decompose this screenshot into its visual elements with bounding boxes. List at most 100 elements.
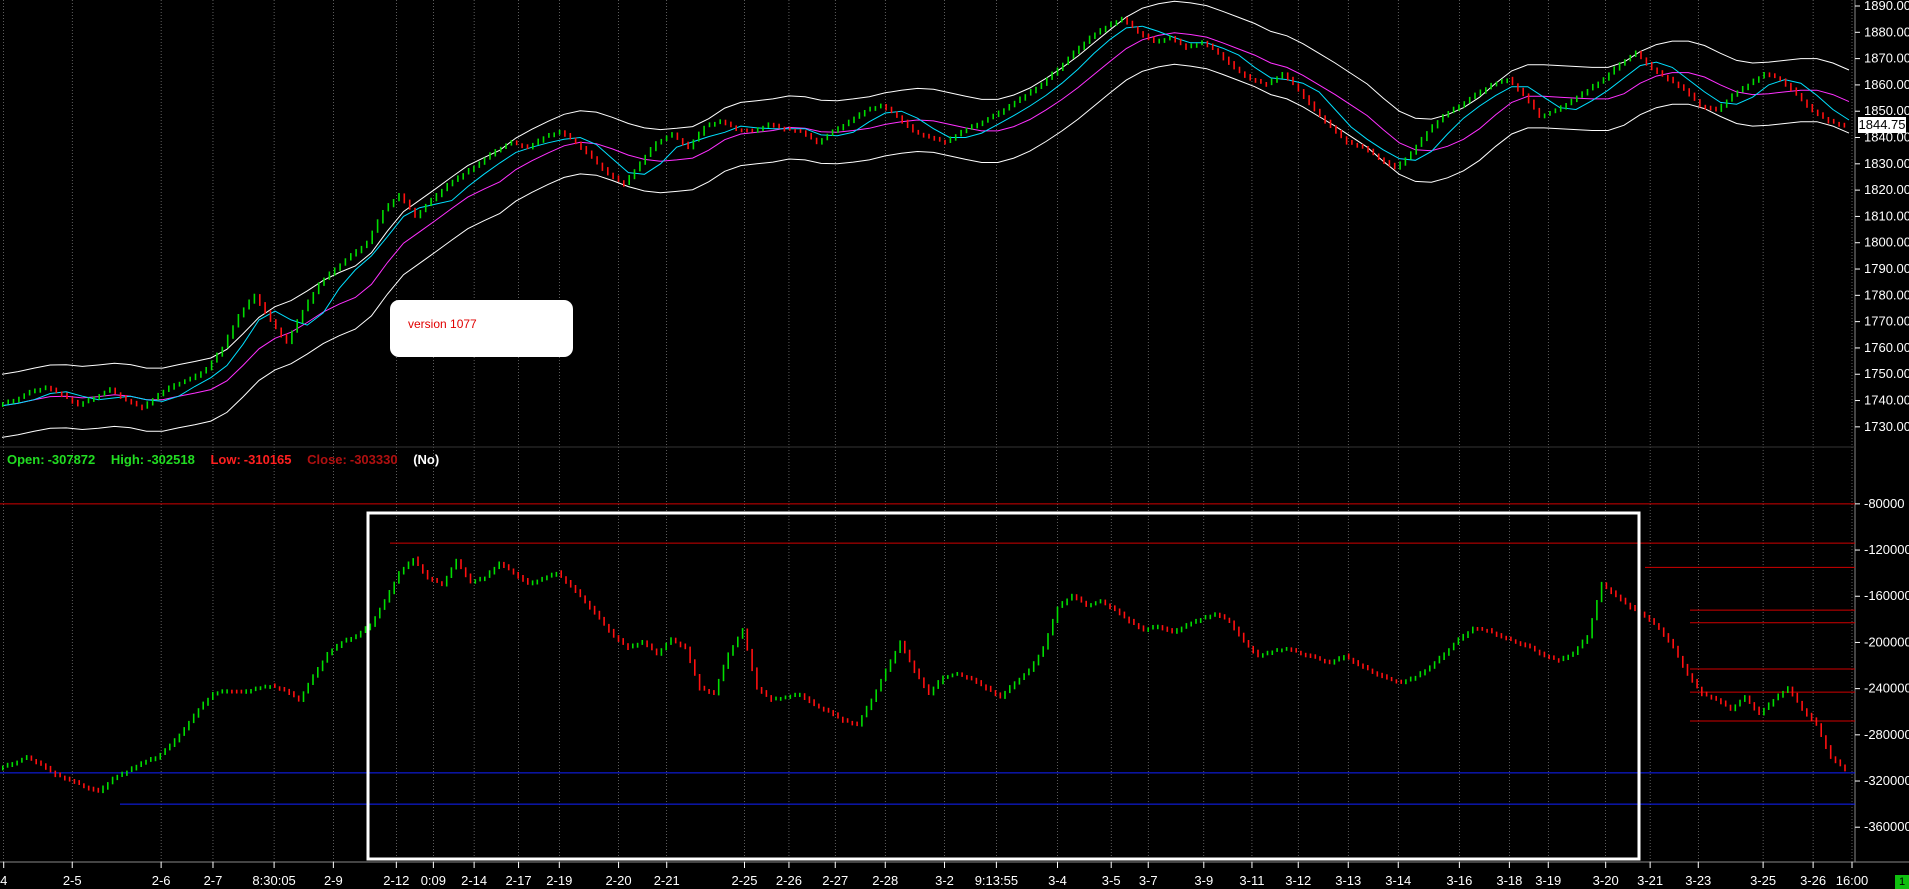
price-bar bbox=[997, 110, 1000, 118]
indicator-bar bbox=[1104, 599, 1107, 606]
price-tick-label: 1740.00 bbox=[1864, 393, 1909, 408]
price-bar bbox=[665, 135, 668, 142]
indicator-bar bbox=[83, 783, 85, 789]
indicator-bar bbox=[350, 637, 352, 642]
price-bar bbox=[1351, 140, 1353, 145]
price-bar bbox=[291, 330, 293, 345]
price-tick-label: 1850.00 bbox=[1864, 103, 1909, 118]
price-bar bbox=[1597, 81, 1599, 89]
indicator-bar bbox=[689, 646, 691, 664]
indicator-bar bbox=[379, 607, 381, 619]
indicator-bar bbox=[1534, 645, 1536, 652]
time-label: 2-26 bbox=[776, 873, 802, 888]
indicator-bar bbox=[894, 650, 897, 664]
close-readout: Close: -303330 bbox=[307, 452, 403, 467]
price-bar bbox=[1153, 36, 1155, 43]
indicator-bar bbox=[1228, 617, 1231, 623]
indicator-bar bbox=[135, 764, 138, 771]
price-bar bbox=[783, 126, 786, 132]
price-bar bbox=[2, 402, 4, 407]
indicator-bar bbox=[245, 689, 247, 694]
indicator-bar bbox=[1619, 594, 1622, 602]
indicator-bar bbox=[641, 640, 644, 645]
price-bar bbox=[355, 249, 357, 257]
price-bar bbox=[1495, 81, 1498, 87]
price-bar bbox=[28, 389, 31, 396]
indicator-bar bbox=[1099, 599, 1102, 604]
price-bar bbox=[1458, 104, 1460, 111]
indicator-bar bbox=[665, 642, 667, 651]
price-bar bbox=[767, 122, 770, 128]
indicator-bar bbox=[584, 595, 586, 604]
indicator-bar bbox=[431, 576, 434, 582]
indicator-bar bbox=[164, 748, 166, 755]
price-bar bbox=[714, 121, 716, 127]
indicator-bar bbox=[865, 705, 868, 718]
price-bar bbox=[1715, 106, 1717, 112]
price-bar bbox=[12, 398, 15, 404]
time-label: 3-5 bbox=[1102, 873, 1121, 888]
version-popup[interactable]: version 1077 bbox=[390, 300, 573, 357]
indicator-bar bbox=[154, 756, 157, 762]
chart-canvas[interactable]: 1890.001880.001870.001860.001850.001840.… bbox=[0, 0, 1909, 889]
indicator-bar bbox=[231, 689, 233, 694]
corner-indicator[interactable]: 1 bbox=[1895, 875, 1909, 889]
indicator-bar bbox=[216, 691, 219, 696]
price-bar bbox=[1629, 54, 1632, 62]
price-bar bbox=[50, 385, 52, 392]
indicator-bar bbox=[264, 684, 267, 689]
indicator-bar bbox=[1209, 614, 1212, 620]
indicator-bar bbox=[474, 579, 477, 584]
price-bar bbox=[34, 388, 36, 394]
price-bar bbox=[489, 152, 491, 160]
indicator-bar bbox=[1782, 690, 1784, 698]
indicator-bar bbox=[355, 634, 357, 640]
price-bar bbox=[499, 146, 502, 153]
indicator-bar bbox=[1467, 631, 1469, 638]
indicator-bar bbox=[1510, 636, 1512, 642]
indicator-bar bbox=[1118, 608, 1121, 616]
price-bar bbox=[1078, 45, 1080, 54]
indicator-bar bbox=[498, 561, 500, 570]
indicator-bar bbox=[1338, 656, 1340, 662]
indicator-bar bbox=[436, 578, 438, 583]
price-bar bbox=[1838, 121, 1840, 127]
price-bar bbox=[242, 307, 245, 318]
price-bar bbox=[960, 129, 962, 137]
price-bar bbox=[478, 161, 481, 168]
indicator-bar bbox=[1791, 686, 1794, 697]
price-bar bbox=[542, 136, 545, 143]
indicator-bar bbox=[240, 689, 243, 694]
price-bar bbox=[772, 122, 775, 128]
price-bar bbox=[703, 125, 705, 136]
price-bar bbox=[1795, 87, 1798, 96]
indicator-bar bbox=[1357, 660, 1359, 667]
indicator-bar bbox=[1643, 611, 1646, 618]
trading-chart[interactable]: 1890.00 1880.00 1870.00 1860.00 1850.00 1840.… bbox=[0, 0, 1909, 889]
indicator-bar bbox=[746, 628, 749, 651]
open-readout: Open: -307872 bbox=[7, 452, 101, 467]
indicator-bar bbox=[918, 668, 920, 680]
indicator-bar bbox=[861, 715, 863, 727]
indicator-bar bbox=[1796, 692, 1799, 703]
time-label: 2-14 bbox=[461, 873, 487, 888]
price-bar bbox=[1570, 98, 1573, 106]
price-bar bbox=[1758, 76, 1760, 83]
price-bar bbox=[1816, 109, 1819, 117]
indicator-bar bbox=[374, 616, 376, 627]
indicator-bar bbox=[1161, 625, 1164, 631]
price-bar bbox=[1142, 31, 1144, 38]
price-bar bbox=[264, 302, 266, 314]
indicator-bar bbox=[756, 667, 758, 690]
indicator-bar bbox=[87, 785, 90, 791]
price-bar bbox=[1624, 59, 1626, 66]
indicator-bar bbox=[1238, 626, 1240, 637]
indicator-bar bbox=[326, 652, 329, 663]
price-bar bbox=[671, 132, 673, 138]
price-bar bbox=[751, 128, 754, 133]
price-bar bbox=[168, 385, 170, 392]
price-bar bbox=[430, 197, 432, 207]
indicator-bar bbox=[1677, 645, 1679, 658]
price-bar bbox=[435, 193, 438, 202]
indicator-bar bbox=[875, 689, 877, 702]
